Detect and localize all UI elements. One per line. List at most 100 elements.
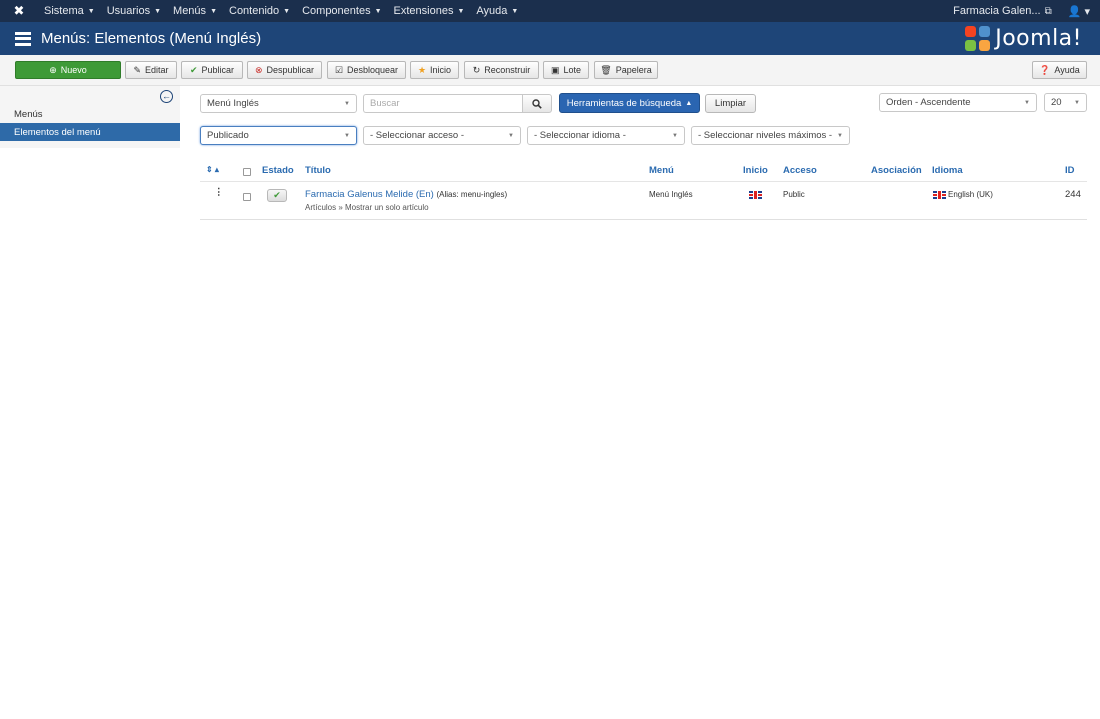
clear-button[interactable]: Limpiar [705,94,756,113]
edit-icon: ✎ [133,64,142,75]
drag-handle-icon[interactable]: ⋮ [214,187,224,198]
search-tools-label: Herramientas de búsqueda [566,97,682,109]
access-select[interactable]: - Seleccionar acceso - ▼ [363,126,521,145]
caret-down-icon: ▼ [374,7,382,15]
unpublish-button[interactable]: ⊗ Despublicar [247,61,322,79]
header-status[interactable]: Estado [262,165,294,176]
header-menu[interactable]: Menú [649,165,674,176]
user-icon[interactable]: 👤 ▾ [1068,5,1090,18]
status-value: Publicado [207,130,249,141]
edit-button[interactable]: ✎ Editar [125,61,177,79]
clear-label: Limpiar [714,98,747,109]
caret-down-icon: ▼ [283,7,291,15]
square-icon: ▣ [550,64,560,75]
sort-order-icon[interactable]: ⇕ ▴ [206,165,219,174]
main-menu: Sistema ▼ Usuarios ▼ Menús ▼ Contenido ▼ Com… [38,0,524,22]
header-access[interactable]: Acceso [783,165,817,176]
help-label: Ayuda [1054,65,1080,75]
header-title[interactable]: Título [305,165,331,176]
header-language[interactable]: Idioma [932,165,963,176]
menu-usuarios[interactable]: Usuarios ▼ [101,0,167,22]
toolbar: ⊕ Nuevo ✎ Editar ✔ Publicar ⊗ Despublicar ☑ D… [0,55,1100,86]
menu-sistema[interactable]: Sistema ▼ [38,0,101,22]
site-link[interactable]: Farmacia Galen... [953,5,1040,17]
caret-down-icon: ▼ [511,7,519,15]
new-label: Nuevo [60,65,87,75]
limit-select[interactable]: 20 ▼ [1044,93,1087,112]
access-value: - Seleccionar acceso - [370,130,464,141]
search-placeholder: Buscar [370,98,400,109]
caret-down-icon: ▼ [508,132,514,139]
item-access: Public [783,190,805,199]
checkin-button[interactable]: ☑ Desbloquear [327,61,406,79]
max-levels-select[interactable]: - Seleccionar niveles máximos - ▼ [691,126,850,145]
caret-up-icon: ▲ [685,99,693,107]
menu-extensiones[interactable]: Extensiones ▼ [388,0,471,22]
menu-ayuda[interactable]: Ayuda ▼ [470,0,524,22]
status-select[interactable]: Publicado ▼ [200,126,357,145]
joomla-brand: Joomla! [965,25,1082,52]
uk-flag-icon[interactable] [749,190,762,201]
navbar-right: Farmacia Galen... ⧉ 👤 ▾ [953,0,1100,22]
sidebar: ← Menús Elementos del menú [0,86,180,148]
language-flag-icon [933,190,946,201]
batch-label: Lote [563,65,582,75]
search-tools-button[interactable]: Herramientas de búsqueda ▲ [559,93,700,113]
new-button[interactable]: ⊕ Nuevo [15,61,121,79]
caret-down-icon: ▼ [457,7,465,15]
sidebar-item-label: Elementos del menú [14,126,101,138]
joomla-icon[interactable]: ✖ [0,3,38,19]
ordering-select[interactable]: Orden - Ascendente ▼ [879,93,1037,112]
page-header: Menús: Elementos (Menú Inglés) Joomla! [0,22,1100,55]
rebuild-button[interactable]: ↻ Reconstruir [464,61,539,79]
header-home[interactable]: Inicio [743,165,768,176]
header-association[interactable]: Asociación [871,165,922,176]
caret-down-icon: ▼ [87,7,95,15]
check-icon: ✔ [273,190,281,200]
star-icon: ★ [417,64,427,75]
collapse-sidebar-icon[interactable]: ← [160,90,173,103]
publish-label: Publicar [201,65,235,75]
language-value: - Seleccionar idioma - [534,130,626,141]
home-label: Inicio [430,65,452,75]
sidebar-item-menus[interactable]: Menús [0,105,180,123]
menu-label: Componentes [302,5,371,17]
item-menu: Menú Inglés [649,190,693,199]
admin-navbar: ✖ Sistema ▼ Usuarios ▼ Menús ▼ Contenido ▼ C… [0,0,1100,22]
caret-down-icon: ▼ [1074,99,1080,106]
item-alias: (Alias: menu-ingles) [436,190,508,199]
publish-button[interactable]: ✔ Publicar [181,61,243,79]
published-toggle[interactable]: ✔ [267,189,287,202]
row-checkbox[interactable] [243,193,251,201]
trash-label: Papelera [615,65,652,75]
caret-down-icon: ▼ [210,7,217,15]
language-select[interactable]: - Seleccionar idioma - ▼ [527,126,685,145]
batch-button[interactable]: ▣ Lote [543,61,589,79]
menu-componentes[interactable]: Componentes ▼ [296,0,387,22]
menu-label: Extensiones [393,5,454,17]
search-button[interactable] [522,94,552,113]
caret-down-icon: ▼ [154,7,162,15]
menu-menus[interactable]: Menús ▼ [167,0,223,22]
search-input[interactable]: Buscar [363,94,523,113]
item-type: Artículos » Mostrar un solo artículo [305,203,429,212]
home-button[interactable]: ★ Inicio [410,61,459,79]
menu-label: Ayuda [476,5,508,17]
caret-down-icon: ▼ [344,100,350,107]
caret-down-icon: ▼ [837,132,843,139]
trash-button[interactable]: 🗑 Papelera [594,61,658,79]
trash-icon: 🗑 [600,64,612,75]
external-link-icon[interactable]: ⧉ [1045,6,1052,17]
help-button[interactable]: ❓ Ayuda [1032,61,1087,79]
sidebar-item-menu-items[interactable]: Elementos del menú [0,123,180,141]
menu-contenido[interactable]: Contenido ▼ [223,0,296,22]
menu-label: Usuarios [106,5,151,17]
limit-value: 20 [1051,97,1062,108]
item-title-link[interactable]: Farmacia Galenus Melide (En) [305,189,434,200]
header-id[interactable]: ID [1065,165,1075,176]
menu-select[interactable]: Menú Inglés ▼ [200,94,357,113]
plus-circle-icon: ⊕ [49,64,57,75]
menu-label: Menús [173,5,207,17]
select-all-checkbox[interactable] [243,168,251,176]
times-circle-icon: ⊗ [254,64,263,75]
